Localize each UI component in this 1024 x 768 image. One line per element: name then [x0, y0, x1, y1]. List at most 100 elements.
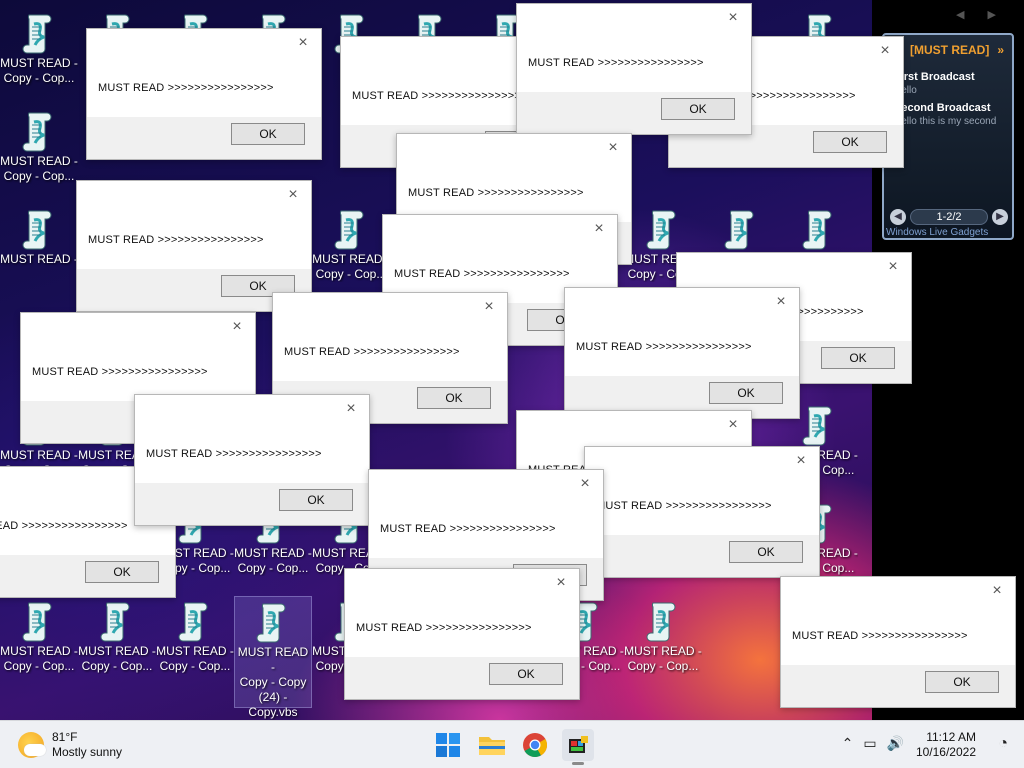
- desktop-icon-label: MUST READ - Copy - Cop...: [78, 644, 156, 673]
- dialog-message: MUST READ >>>>>>>>>>>>>>>>: [576, 341, 752, 353]
- message-box-dialog[interactable]: × MUST READ >>>>>>>>>>>>>>>> OK: [584, 446, 820, 578]
- desktop-script-file[interactable]: MUST READ - Copy - Copy (24) - Copy.vbs: [234, 596, 312, 719]
- chrome-icon: [523, 733, 548, 758]
- ok-button[interactable]: OK: [85, 561, 159, 583]
- ok-button[interactable]: OK: [417, 387, 491, 409]
- close-icon[interactable]: ×: [295, 35, 311, 51]
- ok-button[interactable]: OK: [231, 123, 305, 145]
- dialog-message: MUST READ >>>>>>>>>>>>>>>>: [394, 268, 570, 280]
- clock-time: 11:12 AM: [926, 730, 976, 744]
- close-icon[interactable]: ×: [285, 187, 301, 203]
- close-icon[interactable]: ×: [793, 453, 809, 469]
- dialog-body: [565, 288, 799, 376]
- file-explorer-button[interactable]: [476, 729, 508, 761]
- gadget-expand-icon[interactable]: »: [997, 43, 1004, 57]
- message-box-dialog[interactable]: × MUST READ >>>>>>>>>>>>>>>> OK: [86, 28, 322, 160]
- dialog-message: MUST READ >>>>>>>>>>>>>>>>: [528, 57, 704, 69]
- weather-widget[interactable]: 81°F Mostly sunny: [18, 730, 122, 760]
- ok-button[interactable]: OK: [729, 541, 803, 563]
- dialog-body: [781, 577, 1015, 665]
- desktop-script-file[interactable]: MUST READ - Copy - Cop...: [624, 596, 702, 692]
- ok-button[interactable]: OK: [661, 98, 735, 120]
- gadget-pager: ◀ 1-2/2 ▶: [890, 208, 1008, 226]
- dialog-body: [369, 470, 603, 558]
- dialog-message: MUST READ >>>>>>>>>>>>>>>>: [88, 234, 264, 246]
- windows-logo-icon: [436, 733, 460, 757]
- gadget-next-icon[interactable]: ▶: [992, 209, 1008, 225]
- close-icon[interactable]: ×: [989, 583, 1005, 599]
- message-box-dialog[interactable]: × MUST READ >>>>>>>>>>>>>>>> OK: [134, 394, 370, 526]
- ok-button[interactable]: OK: [489, 663, 563, 685]
- ok-button[interactable]: OK: [709, 382, 783, 404]
- chevron-up-icon[interactable]: ⌃: [842, 735, 854, 752]
- vbs-script-icon: [255, 601, 291, 643]
- close-icon[interactable]: ×: [553, 575, 569, 591]
- gadget-prev-icon[interactable]: ◀: [890, 209, 906, 225]
- close-icon[interactable]: ×: [591, 221, 607, 237]
- dialog-message: MUST READ >>>>>>>>>>>>>>>>: [32, 366, 208, 378]
- gadget-page-indicator: 1-2/2: [910, 209, 988, 225]
- start-button[interactable]: [432, 729, 464, 761]
- close-icon[interactable]: ×: [885, 259, 901, 275]
- dialog-message: MUST READ >>>>>>>>>>>>>>>>: [380, 523, 556, 535]
- ok-button[interactable]: OK: [821, 347, 895, 369]
- vbs-script-icon: [801, 404, 837, 446]
- close-icon[interactable]: ×: [605, 140, 621, 156]
- gadget-nav-arrows[interactable]: ◀ ▶: [956, 8, 1006, 21]
- close-icon[interactable]: ×: [773, 294, 789, 310]
- clock[interactable]: 11:12 AM 10/16/2022: [916, 730, 976, 760]
- dialog-body: [77, 181, 311, 269]
- dialog-body: [517, 4, 751, 92]
- dialog-message: MUST READ >>>>>>>>>>>>>>>>: [356, 622, 532, 634]
- folder-icon: [479, 737, 505, 755]
- dialog-body: [87, 29, 321, 117]
- vbs-script-icon: [21, 110, 57, 152]
- dialog-body: [273, 293, 507, 381]
- active-app-button[interactable]: [562, 729, 594, 765]
- vbs-script-icon: [177, 600, 213, 642]
- desktop-icon-label: MUST READ - Copy - Cop...: [234, 546, 312, 575]
- close-icon[interactable]: ×: [877, 43, 893, 59]
- script-host-icon: [569, 736, 588, 753]
- volume-icon[interactable]: 🔊: [887, 735, 904, 752]
- close-icon[interactable]: ×: [725, 417, 741, 433]
- desktop-icon-label: MUST READ - Copy - Copy (24) - Copy.vbs: [237, 645, 309, 719]
- desktop-script-file[interactable]: MUST READ - Copy - Cop...: [0, 8, 78, 104]
- desktop-script-file[interactable]: MUST READ - Copy - Cop...: [78, 596, 156, 692]
- weather-description: Mostly sunny: [52, 745, 123, 759]
- dialog-message: MUST READ >>>>>>>>>>>>>>>>: [408, 187, 584, 199]
- close-icon[interactable]: ×: [481, 299, 497, 315]
- vbs-script-icon: [645, 208, 681, 250]
- desktop-script-file[interactable]: MUST READ - Copy - Cop...: [0, 106, 78, 202]
- chrome-button[interactable]: [519, 729, 551, 761]
- ok-button[interactable]: OK: [813, 131, 887, 153]
- desktop-script-file[interactable]: MUST READ - Copy - Cop...: [156, 596, 234, 692]
- message-box-dialog[interactable]: × MUST READ >>>>>>>>>>>>>>>> OK: [564, 287, 800, 419]
- ok-button[interactable]: OK: [279, 489, 353, 511]
- dialog-message: MUST READ >>>>>>>>>>>>>>>>: [0, 520, 128, 532]
- close-icon[interactable]: ×: [577, 476, 593, 492]
- desktop-script-file[interactable]: MUST READ -: [0, 204, 78, 300]
- vbs-script-icon: [333, 208, 369, 250]
- desktop-icon-label: MUST READ - Copy - Cop...: [312, 252, 390, 281]
- gadget-footer[interactable]: Windows Live Gadgets: [886, 227, 988, 238]
- gadget-title: [MUST READ]: [910, 43, 990, 57]
- ok-button[interactable]: OK: [925, 671, 999, 693]
- clock-date: 10/16/2022: [915, 745, 976, 759]
- message-box-dialog[interactable]: × MUST READ >>>>>>>>>>>>>>>> OK: [780, 576, 1016, 708]
- message-box-dialog[interactable]: × MUST READ >>>>>>>>>>>>>>>> OK: [516, 3, 752, 135]
- dialog-message: MUST READ >>>>>>>>>>>>>>>>: [596, 500, 772, 512]
- dialog-body: [135, 395, 369, 483]
- close-icon[interactable]: ×: [343, 401, 359, 417]
- dialog-body: [585, 447, 819, 535]
- network-icon[interactable]: ▭: [863, 735, 876, 752]
- message-box-dialog[interactable]: × MUST READ >>>>>>>>>>>>>>>> OK: [344, 568, 580, 700]
- close-icon[interactable]: ×: [725, 10, 741, 26]
- vbs-script-icon: [21, 208, 57, 250]
- notification-icon[interactable]: ◔: [998, 735, 1008, 753]
- desktop-script-file[interactable]: MUST READ - Copy - Cop...: [312, 204, 390, 300]
- dialog-body: [345, 569, 579, 657]
- close-icon[interactable]: ×: [229, 319, 245, 335]
- desktop-icon-label: MUST READ - Copy - Cop...: [624, 644, 702, 673]
- desktop-script-file[interactable]: MUST READ - Copy - Cop...: [0, 596, 78, 692]
